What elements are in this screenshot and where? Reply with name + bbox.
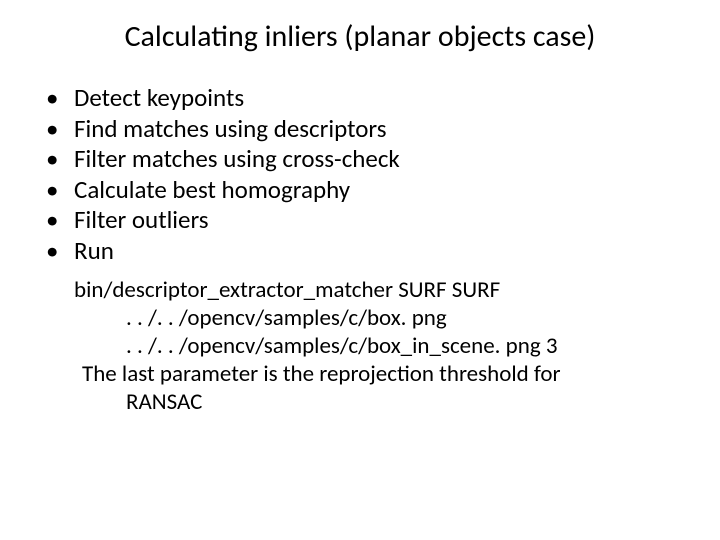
bullet-item: Calculate best homography [46,175,692,206]
bullet-item: Filter outliers [46,205,692,236]
bullet-item: Filter matches using cross-check [46,144,692,175]
code-line: bin/descriptor_extractor_matcher SURF SU… [74,276,692,304]
code-block: bin/descriptor_extractor_matcher SURF SU… [74,276,692,416]
note-line: RANSAC [126,388,692,416]
bullet-list: Detect keypoints Find matches using desc… [46,83,692,266]
bullet-item: Detect keypoints [46,83,692,114]
bullet-item: Run [46,236,692,267]
code-line: . . /. . /opencv/samples/c/box_in_scene.… [126,332,692,360]
bullet-item: Find matches using descriptors [46,114,692,145]
note-line: The last parameter is the reprojection t… [82,360,692,388]
slide-title: Calculating inliers (planar objects case… [28,18,692,55]
code-line: . . /. . /opencv/samples/c/box. png [126,304,692,332]
